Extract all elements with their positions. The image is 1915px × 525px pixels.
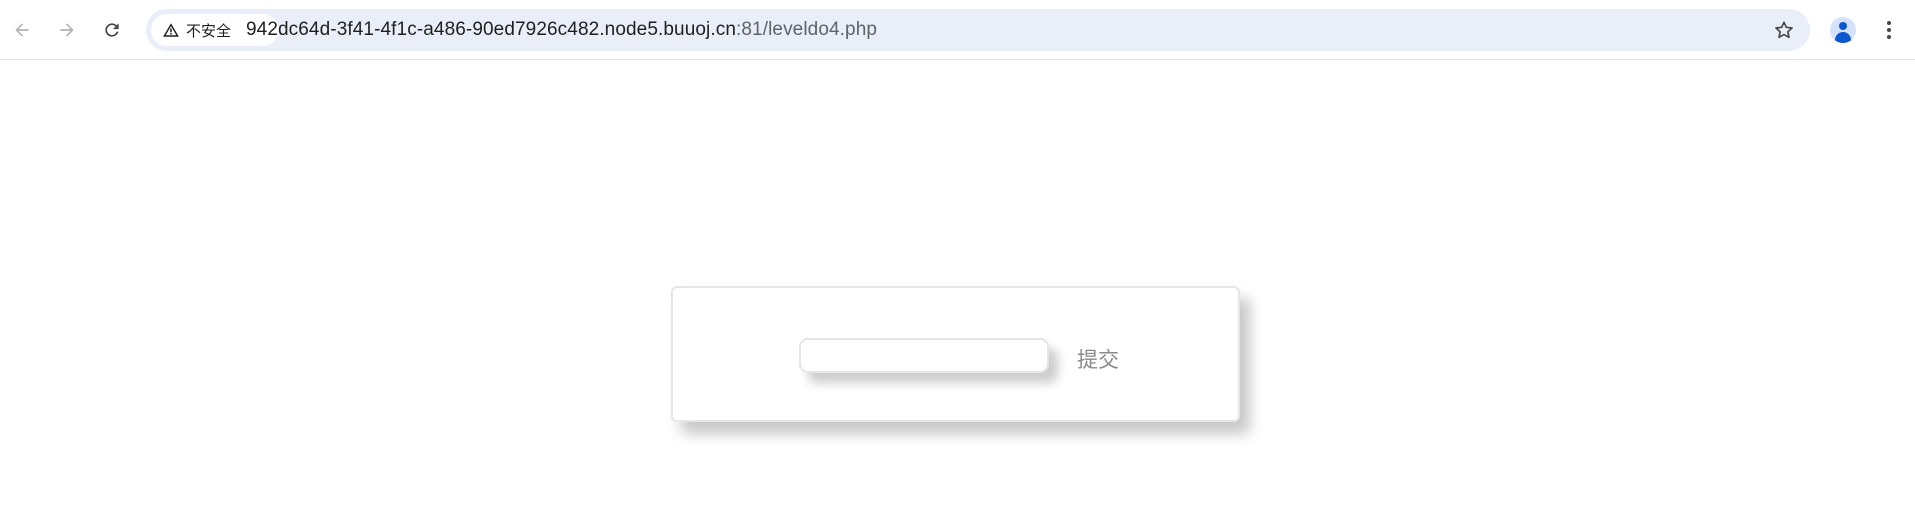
forward-button[interactable] [49,12,85,48]
warning-triangle-icon [163,23,179,37]
url-host: 942dc64d-3f41-4f1c-a486-90ed7926c482.nod… [246,19,736,40]
bookmark-button[interactable] [1772,18,1796,42]
url-text[interactable]: 942dc64d-3f41-4f1c-a486-90ed7926c482.nod… [246,19,877,41]
text-input[interactable] [799,338,1049,373]
form-card: 提交 [671,286,1240,422]
submit-button[interactable]: 提交 [1077,344,1119,374]
url-path: :81/leveldo4.php [736,19,878,40]
security-label: 不安全 [186,22,232,40]
profile-avatar-icon [1830,17,1856,43]
back-button[interactable] [4,12,40,48]
profile-button[interactable] [1826,13,1860,47]
arrow-right-icon [60,23,74,37]
address-bar[interactable]: 不安全 942dc64d-3f41-4f1c-a486-90ed7926c482… [146,9,1810,51]
reload-button[interactable] [94,12,130,48]
reload-icon [105,23,119,37]
arrow-left-icon [15,23,29,37]
star-icon [1775,21,1793,39]
more-vertical-icon[interactable] [1872,13,1906,47]
browser-toolbar: 不安全 942dc64d-3f41-4f1c-a486-90ed7926c482… [0,0,1915,60]
